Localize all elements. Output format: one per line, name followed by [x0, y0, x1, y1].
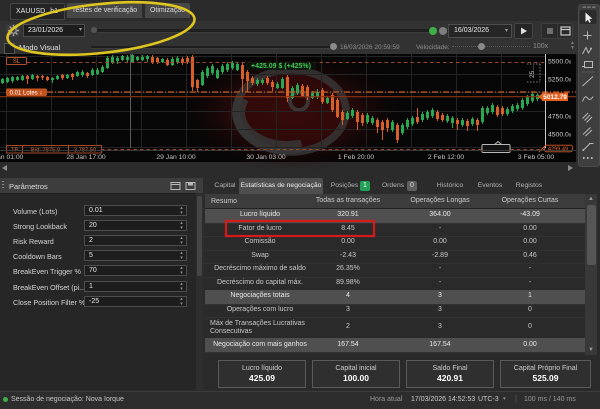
svg-text:5250.00: 5250.00: [548, 77, 572, 84]
svg-text:3 Feb 05:00: 3 Feb 05:00: [518, 154, 554, 161]
svg-text:an 01:00: an 01:00: [0, 154, 24, 161]
svg-text:1 Feb 20:00: 1 Feb 20:00: [338, 154, 374, 161]
svg-text:4500.00: 4500.00: [548, 132, 572, 139]
svg-text:5012.79: 5012.79: [543, 94, 567, 101]
svg-text:SL: SL: [13, 59, 21, 65]
svg-text:29 Jan 10:00: 29 Jan 10:00: [156, 154, 196, 161]
svg-text:25...: 25...: [529, 65, 536, 78]
svg-text:+425.09 $ (+425%): +425.09 $ (+425%): [251, 63, 311, 70]
svg-text:30 Jan 03:00: 30 Jan 03:00: [246, 154, 286, 161]
svg-text:4750.00: 4750.00: [548, 114, 572, 121]
svg-text:2 Feb 12:00: 2 Feb 12:00: [428, 154, 464, 161]
svg-text:5500.00: 5500.00: [548, 58, 572, 65]
svg-text:28 Jan 17:00: 28 Jan 17:00: [66, 154, 106, 161]
svg-text:0.01 Lotes ↓: 0.01 Lotes ↓: [10, 91, 43, 97]
svg-text:4299.49: 4299.49: [548, 146, 568, 152]
